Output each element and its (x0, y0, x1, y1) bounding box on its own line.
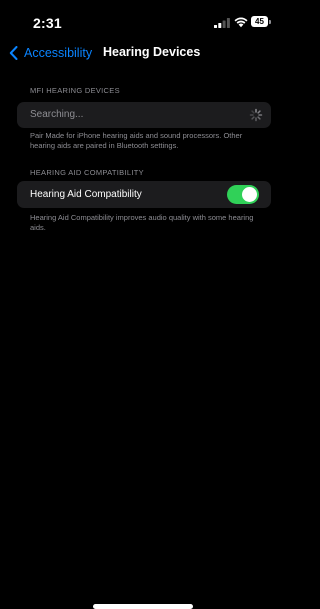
mfi-section-header: MFI HEARING DEVICES (30, 86, 120, 95)
activity-spinner-icon (249, 108, 263, 122)
toggle-knob (242, 187, 257, 202)
mfi-devices-group: Searching... (17, 102, 271, 128)
chevron-left-icon (9, 46, 18, 60)
status-time: 2:31 (33, 15, 62, 31)
searching-label: Searching... (30, 109, 84, 120)
hac-section-footer: Hearing Aid Compatibility improves audio… (30, 213, 254, 232)
screen: 2:31 45 Accessibility Hearing Devices MF… (0, 0, 281, 609)
back-button-label: Accessibility (24, 46, 93, 60)
status-bar: 2:31 45 (0, 0, 281, 44)
battery-level: 45 (251, 16, 268, 27)
wifi-icon (234, 17, 248, 28)
hac-toggle-label: Hearing Aid Compatibility (30, 189, 142, 200)
hac-section-header: HEARING AID COMPATIBILITY (30, 168, 144, 177)
battery-icon: 45 (251, 16, 271, 27)
mfi-section-footer: Pair Made for iPhone hearing aids and so… (30, 131, 243, 150)
hac-group: Hearing Aid Compatibility (17, 181, 271, 208)
home-indicator[interactable] (93, 604, 193, 609)
hac-toggle[interactable] (227, 185, 259, 204)
page-title: Hearing Devices (103, 45, 201, 59)
cellular-signal-icon (214, 18, 230, 28)
navigation-bar: Accessibility Hearing Devices (0, 40, 281, 66)
back-button[interactable]: Accessibility (9, 43, 92, 63)
